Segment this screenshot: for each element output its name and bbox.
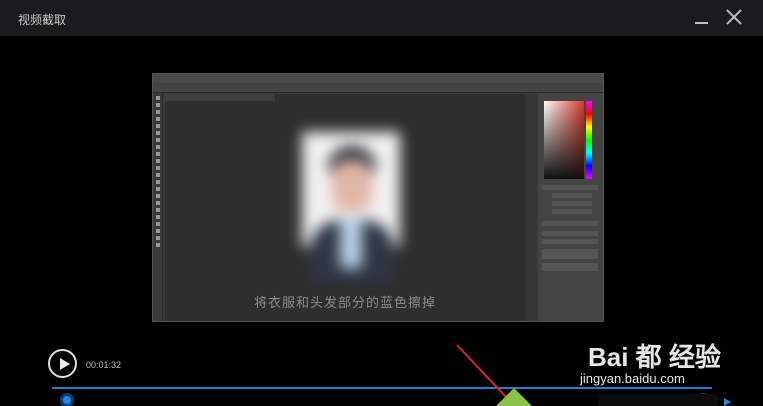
video-capture-window: 视频截取 将衣服和头发部分的蓝色擦掉 00:01:32 Bai 都 经验 jin… — [0, 0, 763, 406]
baidu-watermark: Bai 都 经验 jingyan.baidu.com — [580, 327, 740, 389]
baidu-logo: Bai 都 经验 — [588, 342, 721, 372]
timeline-segment — [598, 394, 718, 406]
watermark-url: jingyan.baidu.com — [580, 371, 685, 386]
forward-arrow-icon[interactable] — [724, 398, 731, 406]
annotation-arrow — [456, 344, 508, 399]
